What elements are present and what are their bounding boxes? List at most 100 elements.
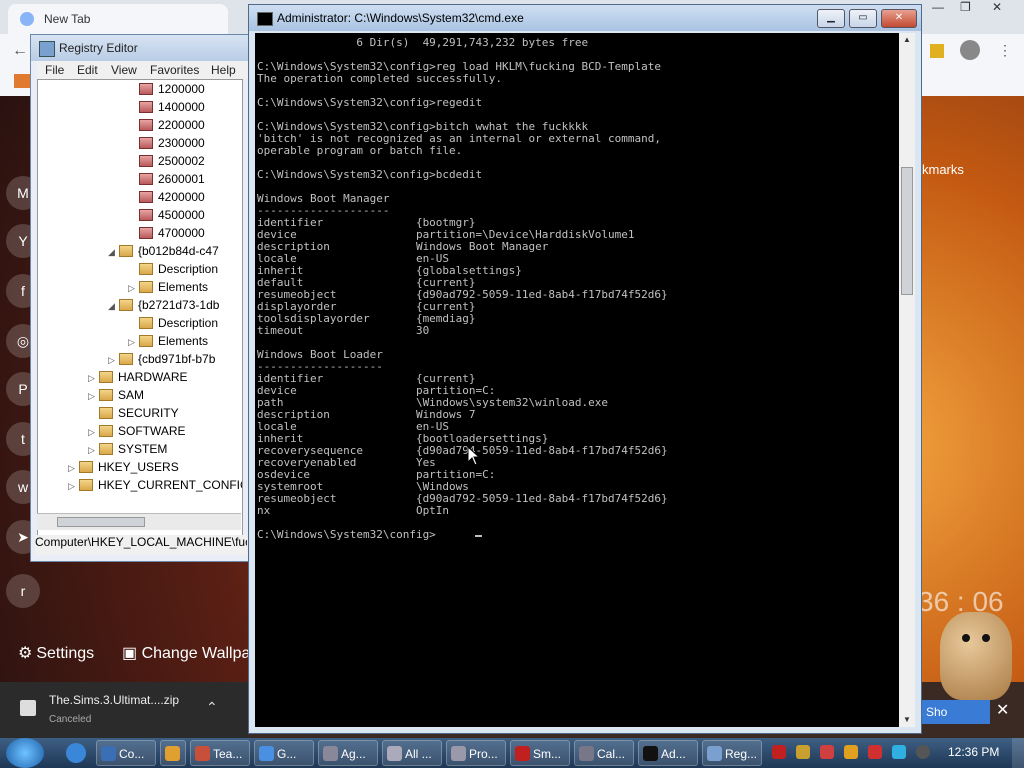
browser-tab[interactable]: New Tab — [8, 4, 228, 34]
folder-icon — [119, 245, 133, 257]
change-wallpaper-button[interactable]: ▣ Change Wallpa — [122, 643, 250, 663]
app-icon — [707, 746, 722, 761]
scrollbar-thumb[interactable] — [57, 517, 145, 527]
taskbar-button[interactable]: Tea... — [190, 740, 250, 766]
close-icon[interactable]: ✕ — [996, 700, 1009, 720]
registry-tree[interactable]: 1200000 1400000 2200000 2300000 2500002 26000… — [37, 79, 243, 545]
tree-node[interactable]: 2300000 — [128, 136, 205, 150]
taskbar-clock[interactable]: 12:36 PM — [948, 745, 999, 759]
start-button[interactable] — [6, 738, 44, 768]
show-desktop-button[interactable] — [1012, 738, 1024, 768]
expander-icon[interactable]: ▷ — [68, 463, 76, 474]
menu-edit[interactable]: Edit — [77, 63, 98, 77]
internet-explorer-icon[interactable] — [66, 743, 86, 763]
tray-app-icon[interactable] — [892, 745, 906, 759]
close-button[interactable]: ✕ — [881, 9, 917, 28]
tray-app-icon[interactable] — [844, 745, 858, 759]
tree-node[interactable]: 2600001 — [128, 172, 205, 186]
tree-node[interactable]: ◢ {b012b84d-c47 — [108, 244, 219, 258]
console-line: timeout 30 — [257, 324, 430, 337]
menu-favorites[interactable]: Favorites — [150, 63, 199, 77]
tree-horizontal-scrollbar[interactable] — [37, 513, 241, 530]
tree-node[interactable]: ▷ Elements — [128, 334, 208, 348]
tree-node[interactable]: 4200000 — [128, 190, 205, 204]
browser-close-button[interactable]: ✕ — [992, 0, 1002, 20]
menu-kebab-icon[interactable]: ⋮ — [998, 42, 1012, 59]
expander-icon[interactable]: ◢ — [108, 301, 116, 312]
expander-icon[interactable]: ◢ — [108, 247, 116, 258]
tree-node[interactable]: 1400000 — [128, 100, 205, 114]
console-vertical-scrollbar[interactable]: ▲ ▼ — [899, 33, 915, 727]
tree-node[interactable]: ▷ SOFTWARE — [88, 424, 186, 438]
expander-icon[interactable]: ▷ — [128, 337, 136, 348]
tree-node[interactable]: 4700000 — [128, 226, 205, 240]
tree-node[interactable]: ▷ Elements — [128, 280, 208, 294]
tree-node[interactable]: SECURITY — [88, 406, 179, 420]
expander-icon[interactable]: ▷ — [128, 283, 136, 294]
tray-app-icon[interactable] — [772, 745, 786, 759]
taskbar-button[interactable]: Reg... — [702, 740, 762, 766]
tree-node[interactable]: ◢ {b2721d73-1db — [108, 298, 219, 312]
bookmarks-label[interactable]: kmarks — [922, 162, 964, 177]
registry-menu-bar: File Edit View Favorites Help — [37, 61, 249, 79]
tree-node[interactable]: ▷ {cbd971bf-b7b — [108, 352, 215, 366]
tree-node[interactable]: 2500002 — [128, 154, 205, 168]
profile-avatar-icon[interactable] — [960, 40, 980, 60]
menu-view[interactable]: View — [111, 63, 137, 77]
taskbar-button[interactable] — [160, 740, 186, 766]
sidebar-icon[interactable] — [930, 44, 944, 58]
tree-node[interactable]: ▷ SYSTEM — [88, 442, 167, 456]
settings-button[interactable]: ⚙ Settings — [18, 643, 94, 663]
scroll-down-icon[interactable]: ▼ — [903, 715, 911, 724]
scroll-up-icon[interactable]: ▲ — [903, 35, 911, 44]
console-output[interactable]: 6 Dir(s) 49,291,743,232 bytes free C:\Win… — [255, 33, 899, 727]
taskbar-button[interactable]: G... — [254, 740, 314, 766]
menu-file[interactable]: File — [45, 63, 64, 77]
show-all-button[interactable]: Sho — [922, 700, 990, 724]
reddit-icon[interactable]: r — [6, 574, 40, 608]
expander-icon[interactable]: ▷ — [88, 391, 96, 402]
expander-icon[interactable]: ▷ — [68, 481, 76, 492]
volume-icon[interactable] — [916, 745, 930, 759]
folder-icon — [99, 371, 113, 383]
minimize-button[interactable]: ▁ — [817, 9, 845, 28]
expander-icon[interactable]: ▷ — [88, 427, 96, 438]
folder-icon — [119, 299, 133, 311]
bookmark-app-icon[interactable] — [14, 74, 30, 88]
expander-icon[interactable]: ▷ — [108, 355, 116, 366]
tray-app-icon[interactable] — [796, 745, 810, 759]
taskbar-button[interactable]: All ... — [382, 740, 442, 766]
folder-icon — [139, 263, 153, 275]
tree-node[interactable]: Description — [128, 262, 218, 276]
scrollbar-thumb[interactable] — [901, 167, 913, 295]
taskbar-button[interactable]: Pro... — [446, 740, 506, 766]
tree-node[interactable]: 4500000 — [128, 208, 205, 222]
expander-icon[interactable]: ▷ — [88, 373, 96, 384]
tree-node[interactable]: ▷ SAM — [88, 388, 144, 402]
tree-node[interactable]: 1200000 — [128, 82, 205, 96]
download-filename[interactable]: The.Sims.3.Ultimat....zip — [49, 693, 179, 707]
tree-node[interactable]: ▷ HKEY_CURRENT_CONFIG — [68, 478, 242, 492]
taskbar-button[interactable]: Ad... — [638, 740, 698, 766]
flag-icon[interactable] — [868, 745, 882, 759]
taskbar-button[interactable]: Co... — [96, 740, 156, 766]
registry-title-bar[interactable]: Registry Editor — [31, 35, 249, 61]
back-arrow-icon[interactable]: ← — [12, 42, 28, 60]
taskbar-button[interactable]: Sm... — [510, 740, 570, 766]
tree-node[interactable]: ▷ HKEY_USERS — [68, 460, 179, 474]
browser-minimize-button[interactable]: — — [932, 0, 944, 20]
tree-node[interactable]: Description — [128, 316, 218, 330]
chevron-up-icon[interactable]: ⌃ — [206, 699, 218, 716]
browser-maximize-button[interactable]: ❐ — [960, 0, 971, 20]
expander-icon[interactable]: ▷ — [88, 445, 96, 456]
tray-app-icon[interactable] — [820, 745, 834, 759]
tree-node[interactable]: 2200000 — [128, 118, 205, 132]
tree-node[interactable]: ▷ HARDWARE — [88, 370, 188, 384]
taskbar-button[interactable]: Ag... — [318, 740, 378, 766]
tree-node-label: 2600001 — [158, 172, 205, 186]
folder-icon — [139, 137, 153, 149]
cmd-title-bar[interactable]: Administrator: C:\Windows\System32\cmd.e… — [249, 5, 921, 31]
maximize-button[interactable]: ▭ — [849, 9, 877, 28]
taskbar-button[interactable]: Cal... — [574, 740, 634, 766]
menu-help[interactable]: Help — [211, 63, 236, 77]
